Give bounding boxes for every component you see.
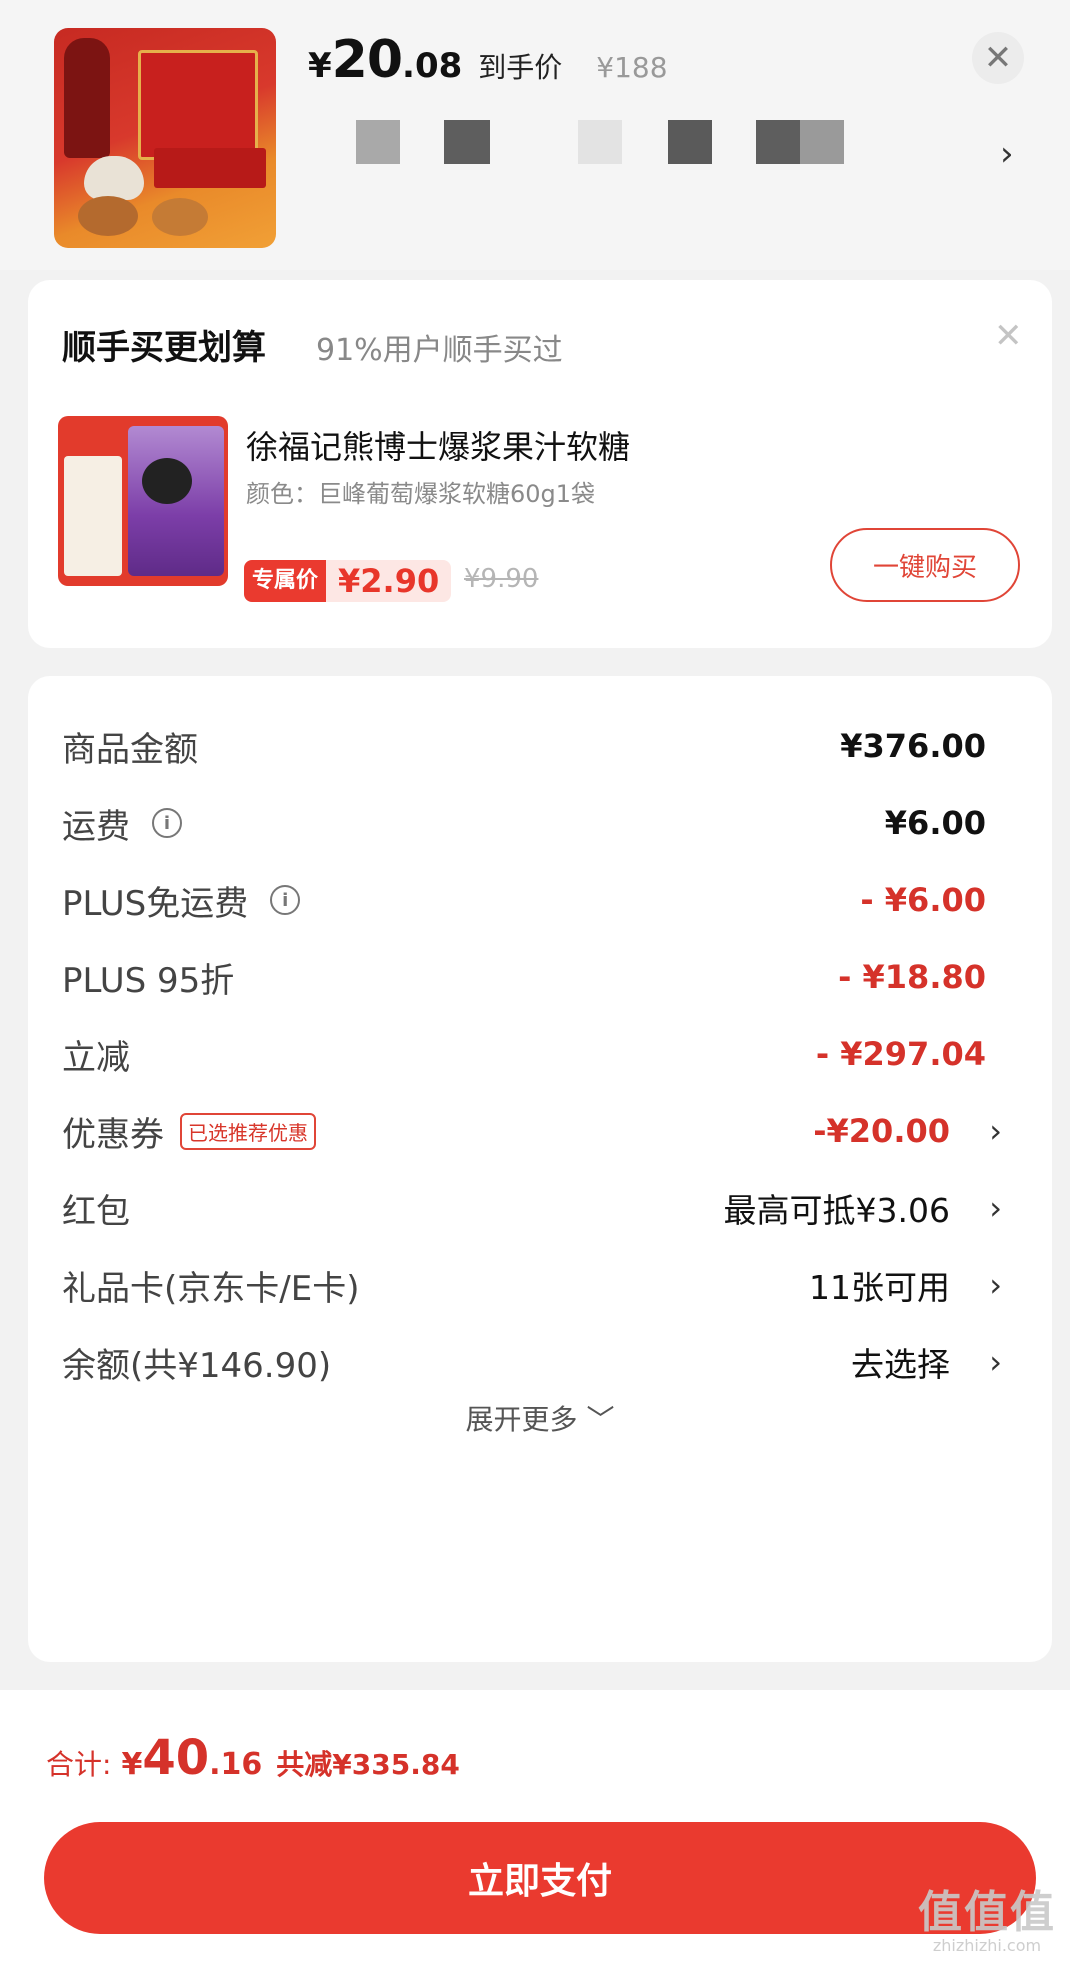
chevron-right-icon[interactable]: › [989, 1112, 1002, 1150]
gift-box-graphic [138, 50, 258, 160]
addon-title: 顺手买更划算 [62, 328, 266, 368]
row-label: PLUS免运费 [62, 883, 249, 924]
chevron-right-icon[interactable]: › [989, 1266, 1002, 1304]
spec-options-blurred [356, 120, 856, 164]
summary-row-shipping: 运费 i ¥6.00 [62, 793, 1042, 853]
summary-row-goods-amount: 商品金额 ¥376.00 [62, 716, 1042, 776]
total-currency: ¥ [121, 1747, 143, 1782]
bear-mascot-graphic [142, 458, 192, 504]
summary-row-plus-discount: PLUS 95折 - ¥18.80 [62, 947, 1042, 1007]
row-value: - ¥18.80 [838, 958, 986, 996]
chevron-right-icon[interactable]: › [989, 1343, 1002, 1381]
close-icon[interactable]: ✕ [972, 32, 1024, 84]
row-label: 红包 [62, 1191, 130, 1232]
exclusive-price-tag: 专属价 ¥2.90 [244, 560, 452, 602]
row-value: - ¥6.00 [860, 881, 986, 919]
expand-more-button[interactable]: 展开更多 ﹀ [28, 1398, 1052, 1438]
mooncake-graphic [78, 196, 138, 236]
row-label: 优惠券 [62, 1114, 164, 1155]
blurred-option[interactable] [578, 120, 622, 164]
summary-row-coupon[interactable]: 优惠券 已选推荐优惠 -¥20.00 › [62, 1101, 1042, 1161]
addon-product-name[interactable]: 徐福记熊博士爆浆果汁软糖 [246, 422, 630, 468]
exclusive-price: ¥2.90 [326, 560, 452, 602]
watermark-url: zhizhizhi.com [932, 1936, 1042, 1955]
chevron-right-icon[interactable]: › [989, 1189, 1002, 1227]
blurred-option[interactable] [756, 120, 800, 164]
info-icon[interactable]: i [152, 808, 182, 838]
total-integer: 40 [142, 1730, 210, 1786]
site-watermark: 值值值 zhizhizhi.com [918, 1876, 1056, 1955]
addon-original-price: ¥9.90 [464, 564, 539, 594]
candy-product-image[interactable] [58, 416, 228, 586]
summary-row-red-packet[interactable]: 红包 最高可抵¥3.06 › [62, 1178, 1042, 1238]
info-icon[interactable]: i [270, 885, 301, 915]
addon-product-spec: 颜色：巨峰葡萄爆浆软糖60g1袋 [246, 480, 596, 508]
teapot-graphic [84, 156, 144, 200]
checkout-bar: 合计: ¥ 40 .16 共减¥335.84 立即支付 [0, 1690, 1070, 1961]
summary-row-gift-card[interactable]: 礼品卡(京东卡/E卡) 11张可用 › [62, 1255, 1042, 1315]
final-price: ¥ 20 .08 到手价 ¥188 [308, 30, 668, 90]
mooncake-graphic [152, 198, 208, 236]
close-icon[interactable]: ✕ [994, 316, 1023, 356]
row-label: 余额(共¥146.90) [62, 1345, 332, 1386]
summary-row-instant-discount: 立减 - ¥297.04 [62, 1024, 1042, 1084]
row-label: 立减 [62, 1037, 130, 1078]
product-header: ¥ 20 .08 到手价 ¥188 ✕ › [0, 0, 1070, 270]
row-label: 运费 [62, 806, 130, 847]
price-currency: ¥ [308, 46, 332, 86]
row-value: ¥376.00 [840, 727, 986, 765]
package-side-graphic [64, 456, 122, 576]
blurred-option[interactable] [668, 120, 712, 164]
price-label: 到手价 [478, 51, 563, 84]
price-decimal: .08 [402, 46, 463, 86]
recommended-coupon-tag: 已选推荐优惠 [180, 1112, 316, 1150]
exclusive-label: 专属价 [244, 560, 327, 602]
row-value: 11张可用 [809, 1268, 950, 1307]
total-decimal: .16 [209, 1747, 263, 1782]
addon-subtitle: 91%用户顺手买过 [316, 333, 563, 368]
price-summary-card: 商品金额 ¥376.00 运费 i ¥6.00 PLUS免运费 i - ¥6.0… [28, 676, 1052, 1662]
one-click-buy-button[interactable]: 一键购买 [830, 528, 1020, 602]
row-value: -¥20.00 [813, 1112, 950, 1150]
row-value: 去选择 [851, 1345, 950, 1384]
price-integer: 20 [331, 30, 403, 90]
row-value: 最高可抵¥3.06 [723, 1191, 950, 1230]
row-label: 商品金额 [62, 729, 198, 770]
row-value: ¥6.00 [884, 804, 986, 842]
opera-figure-graphic [64, 38, 110, 158]
row-value: - ¥297.04 [815, 1035, 986, 1073]
total-saved: 共减¥335.84 [276, 1748, 460, 1781]
product-image[interactable] [54, 28, 276, 248]
order-total: 合计: ¥ 40 .16 共减¥335.84 [46, 1730, 460, 1790]
summary-row-balance[interactable]: 余额(共¥146.90) 去选择 › [62, 1332, 1042, 1392]
total-label: 合计: [46, 1748, 112, 1781]
addon-card: 顺手买更划算 91%用户顺手买过 ✕ 徐福记熊博士爆浆果汁软糖 颜色：巨峰葡萄爆… [28, 280, 1052, 648]
pay-now-button[interactable]: 立即支付 [44, 1822, 1036, 1934]
summary-row-plus-free-shipping: PLUS免运费 i - ¥6.00 [62, 870, 1042, 930]
row-label: 礼品卡(京东卡/E卡) [62, 1268, 360, 1309]
blurred-option[interactable] [444, 120, 490, 164]
blurred-option[interactable] [356, 120, 400, 164]
blurred-option[interactable] [800, 120, 844, 164]
chevron-right-icon[interactable]: › [1000, 134, 1014, 174]
gift-box-base-graphic [154, 148, 266, 188]
original-price: ¥188 [596, 51, 668, 84]
watermark-logo: 值值值 [918, 1887, 1056, 1938]
row-label: PLUS 95折 [62, 960, 235, 1001]
